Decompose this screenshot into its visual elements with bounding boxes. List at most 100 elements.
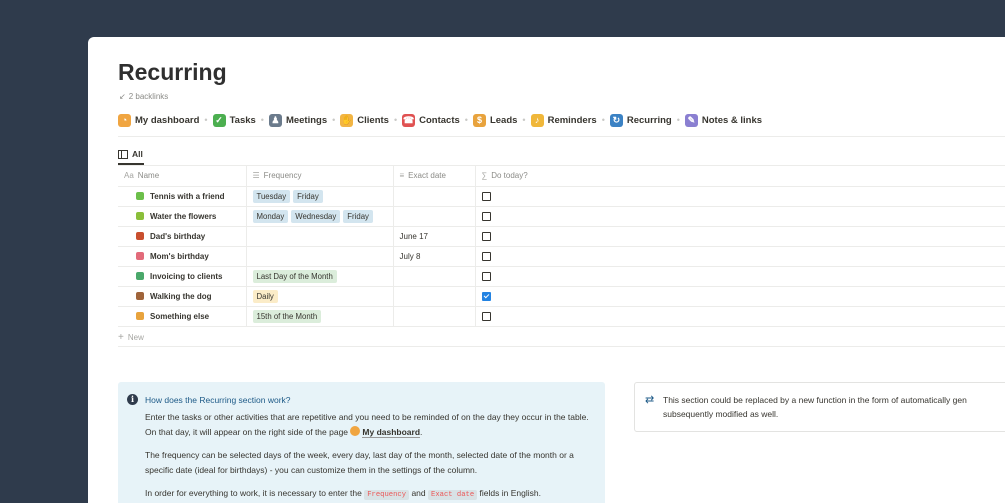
do-today-cell: [475, 206, 1005, 227]
nav-link-recurring[interactable]: ↻ Recurring: [609, 113, 672, 127]
table-row[interactable]: Invoicing to clients Last Day of the Mont…: [118, 266, 1005, 287]
nav-link-label: Clients: [357, 114, 389, 126]
name-cell[interactable]: Walking the dog: [118, 286, 247, 307]
nav-link-label: Meetings: [285, 114, 328, 126]
checkbox-unchecked[interactable]: [481, 191, 491, 201]
nav-link-meetings[interactable]: ♟ Meetings: [268, 113, 328, 127]
column-header-label: Exact date: [408, 171, 446, 181]
exact-date-cell[interactable]: [393, 266, 476, 287]
table-row[interactable]: Mom's birthday July 8: [118, 246, 1005, 267]
column-header-exact-date[interactable]: ≡ Exact date: [393, 166, 476, 187]
checkbox-icon: ✓: [212, 113, 226, 127]
table-row[interactable]: Tennis with a friend Tuesday Friday: [118, 186, 1005, 207]
new-row-label: New: [127, 333, 144, 342]
table-row[interactable]: Dad's birthday June 17: [118, 226, 1005, 247]
frequency-cell[interactable]: Tuesday Friday: [246, 186, 394, 207]
do-today-cell: [475, 306, 1005, 327]
contacts-icon: ☎: [402, 113, 416, 127]
name-cell[interactable]: Mom's birthday: [118, 246, 247, 267]
row-name: Dad's birthday: [150, 231, 206, 241]
table-row[interactable]: Something else 15th of the Month: [118, 306, 1005, 327]
meeting-icon: ♟: [268, 113, 282, 127]
frequency-tag: Friday: [293, 189, 323, 203]
info-callout: i How does the Recurring section work? E…: [118, 382, 605, 503]
frequency-cell[interactable]: [246, 246, 394, 267]
nav-link-label: Recurring: [626, 114, 672, 126]
new-row-button[interactable]: + New: [118, 329, 1005, 347]
callout-text: and: [411, 488, 426, 498]
row-name: Something else: [150, 311, 210, 321]
callout-text: fields in English.: [479, 488, 541, 498]
recurring-icon: ↻: [609, 113, 623, 127]
row-name: Tennis with a friend: [150, 191, 225, 201]
callout-text: .: [420, 427, 423, 437]
property-type-icon: ≡: [399, 171, 405, 181]
frequency-cell[interactable]: 15th of the Month: [246, 306, 394, 327]
backlinks-link[interactable]: ↙ 2 backlinks: [119, 92, 168, 101]
nav-separator: •: [393, 115, 398, 125]
column-header-name[interactable]: Aa Name: [118, 166, 247, 187]
callout-text: In order for everything to work, it is n…: [145, 488, 362, 498]
column-header-label: Name: [137, 171, 160, 181]
checkbox-checked[interactable]: [481, 291, 491, 301]
table-row[interactable]: Walking the dog Daily: [118, 286, 1005, 307]
nav-separator: •: [676, 115, 680, 125]
name-cell[interactable]: Something else: [118, 306, 247, 327]
frequency-tag: Monday: [252, 209, 289, 223]
nav-separator: •: [464, 115, 468, 125]
frequency-cell[interactable]: Last Day of the Month: [246, 266, 394, 287]
checkbox-unchecked[interactable]: [481, 231, 491, 241]
nav-link-label: Notes & links: [701, 114, 763, 126]
exact-date-cell[interactable]: June 17: [393, 226, 476, 247]
row-name: Mom's birthday: [150, 251, 209, 261]
frequency-cell[interactable]: Daily: [246, 286, 394, 307]
do-today-cell: [475, 246, 1005, 267]
do-today-cell: [475, 226, 1005, 247]
name-cell[interactable]: Invoicing to clients: [118, 266, 247, 287]
frequency-tag: Daily: [252, 289, 278, 303]
nav-link-my-dashboard[interactable]: ◔ My dashboard: [118, 113, 199, 127]
column-header-do-today[interactable]: ∑ Do today?: [475, 166, 1005, 187]
my-dashboard-link[interactable]: My dashboard: [362, 427, 421, 438]
handshake-icon: ✋: [340, 113, 354, 127]
nav-link-label: Reminders: [547, 114, 597, 126]
frequency-cell[interactable]: Monday Wednesday Friday: [246, 206, 394, 227]
nav-link-tasks[interactable]: ✓ Tasks: [212, 113, 256, 127]
page-emoji-icon: [136, 311, 144, 320]
checkbox-unchecked[interactable]: [481, 211, 491, 221]
name-cell[interactable]: Tennis with a friend: [118, 186, 247, 207]
table-row[interactable]: Water the flowers Monday Wednesday Friday: [118, 206, 1005, 227]
nav-link-contacts[interactable]: ☎ Contacts: [402, 113, 460, 127]
exact-date-cell[interactable]: [393, 186, 476, 207]
nav-separator: •: [204, 115, 208, 125]
nav-link-label: Contacts: [419, 114, 460, 126]
backlink-arrow-icon: ↙: [119, 92, 126, 101]
nav-link-leads[interactable]: $ Leads: [472, 113, 517, 127]
leads-icon: $: [472, 113, 486, 127]
nav-link-reminders[interactable]: ♪ Reminders: [530, 113, 597, 127]
exact-date-cell[interactable]: [393, 206, 476, 227]
checkbox-unchecked[interactable]: [481, 251, 491, 261]
exact-date-cell[interactable]: July 8: [393, 246, 476, 267]
plus-icon: +: [118, 332, 124, 343]
frequency-cell[interactable]: [246, 226, 394, 247]
nav-link-clients[interactable]: ✋ Clients: [340, 113, 389, 127]
do-today-cell: [475, 266, 1005, 287]
name-cell[interactable]: Dad's birthday: [118, 226, 247, 247]
column-header-frequency[interactable]: ☰ Frequency: [246, 166, 394, 187]
name-cell[interactable]: Water the flowers: [118, 206, 247, 227]
frequency-tag: Friday: [343, 209, 373, 223]
note-text: This section could be replaced by a new …: [663, 393, 1005, 421]
exact-date-cell[interactable]: [393, 306, 476, 327]
exact-date-cell[interactable]: [393, 286, 476, 307]
page-emoji-icon: [136, 271, 144, 280]
page-emoji-icon: [136, 211, 144, 220]
nav-link-notes-links[interactable]: ✎ Notes & links: [684, 113, 763, 127]
nav-separator: •: [601, 115, 605, 125]
callout-paragraph-1: Enter the tasks or other activities that…: [145, 410, 600, 440]
checkbox-unchecked[interactable]: [481, 271, 491, 281]
checkbox-unchecked[interactable]: [481, 311, 491, 321]
callout-paragraph-3: In order for everything to work, it is n…: [145, 486, 600, 503]
row-name: Invoicing to clients: [150, 271, 223, 281]
view-tab-all[interactable]: All: [118, 147, 143, 161]
